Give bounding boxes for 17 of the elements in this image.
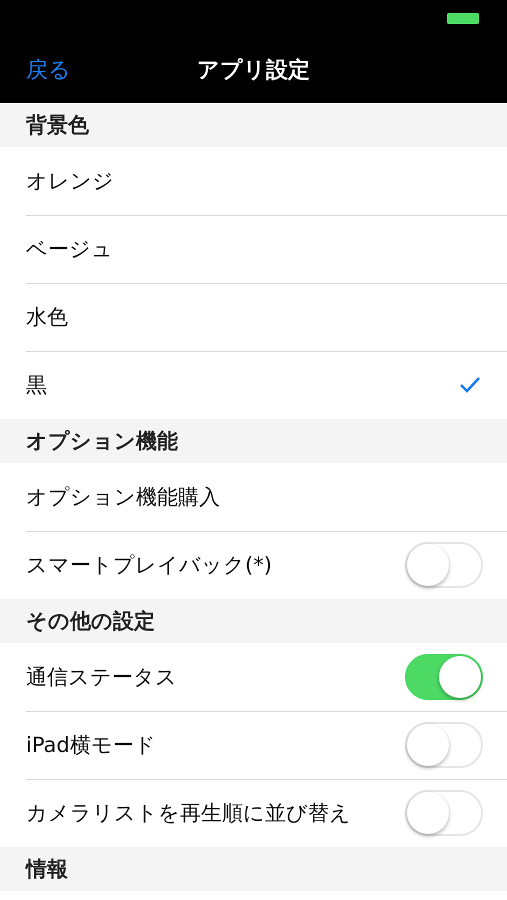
section-header: 背景色 [0,103,507,147]
setting-label: スマートプレイバック(*) [26,552,273,579]
section-header: オプション機能 [0,419,507,463]
setting-label: カメラリストを再生順に並び替え [26,800,352,827]
setting-label: iPad横モード [26,732,157,759]
setting-label: 通信ステータス [26,664,178,691]
setting-label[interactable]: オプション機能購入 [26,483,481,511]
toggle-switch[interactable] [405,654,483,700]
setting-label[interactable]: 水色 [26,303,481,331]
back-button[interactable]: 戻る [26,55,71,85]
setting-label[interactable]: 黒 [26,371,459,399]
section-header: 情報 [0,847,507,891]
setting-label[interactable]: オレンジ [26,167,481,195]
battery-icon [447,13,479,24]
screen-title: アプリ設定 [197,56,310,85]
setting-label[interactable]: ベージュ [26,235,481,263]
section-header: その他の設定 [0,599,507,643]
